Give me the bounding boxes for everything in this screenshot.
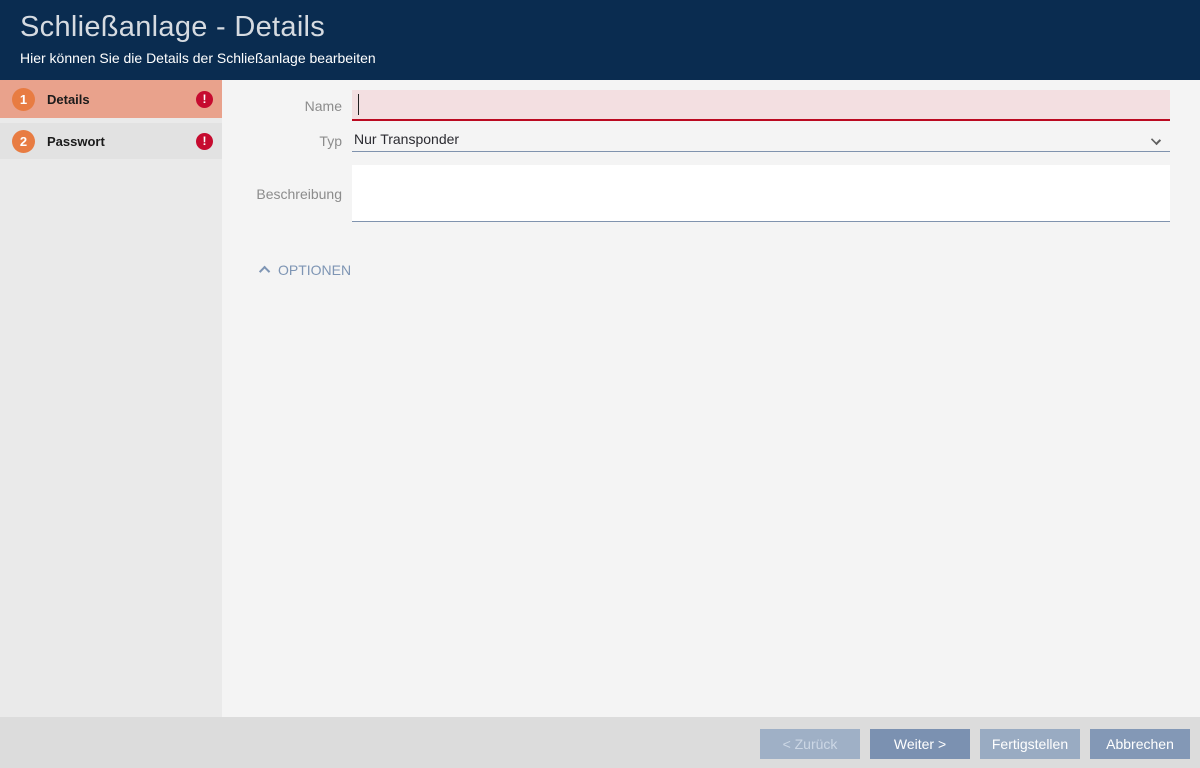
options-toggle[interactable]: OPTIONEN <box>258 262 352 278</box>
error-icon: ! <box>196 132 213 150</box>
chevron-down-icon <box>1150 134 1162 146</box>
wizard-window: Schließanlage - Details Hier können Sie … <box>0 0 1200 768</box>
name-label: Name <box>304 98 342 114</box>
typ-selected-value: Nur Transponder <box>354 131 460 147</box>
step-2-number-badge: 2 <box>12 129 35 153</box>
typ-label: Typ <box>319 133 342 149</box>
step-2-label: Passwort <box>47 133 105 149</box>
details-form: Name Typ Nur Transponder Beschreibung OP… <box>222 80 1200 717</box>
chevron-up-icon <box>258 265 271 278</box>
typ-select[interactable]: Nur Transponder <box>352 130 1170 152</box>
beschreibung-label: Beschreibung <box>256 186 342 202</box>
name-input[interactable] <box>352 90 1170 121</box>
wizard-steps-sidebar: 1 Details ! 2 Passwort ! <box>0 80 236 717</box>
sidebar-item-passwort[interactable]: 2 Passwort ! <box>0 123 222 159</box>
wizard-footer: < Zurück Weiter > Fertigstellen Abbreche… <box>0 717 1200 768</box>
options-toggle-label: OPTIONEN <box>278 262 352 278</box>
cancel-button[interactable]: Abbrechen <box>1090 729 1190 759</box>
next-button[interactable]: Weiter > <box>870 729 970 759</box>
beschreibung-textarea[interactable] <box>352 165 1170 222</box>
finish-button[interactable]: Fertigstellen <box>980 729 1080 759</box>
step-1-number-badge: 1 <box>12 87 35 111</box>
error-icon: ! <box>196 90 213 108</box>
wizard-header: Schließanlage - Details Hier können Sie … <box>0 0 1200 80</box>
back-button[interactable]: < Zurück <box>760 729 860 759</box>
text-caret <box>358 94 359 115</box>
page-title: Schließanlage - Details <box>20 11 326 43</box>
step-1-label: Details <box>47 91 90 107</box>
page-subtitle: Hier können Sie die Details der Schließa… <box>20 50 376 66</box>
sidebar-item-details[interactable]: 1 Details ! <box>0 80 236 118</box>
